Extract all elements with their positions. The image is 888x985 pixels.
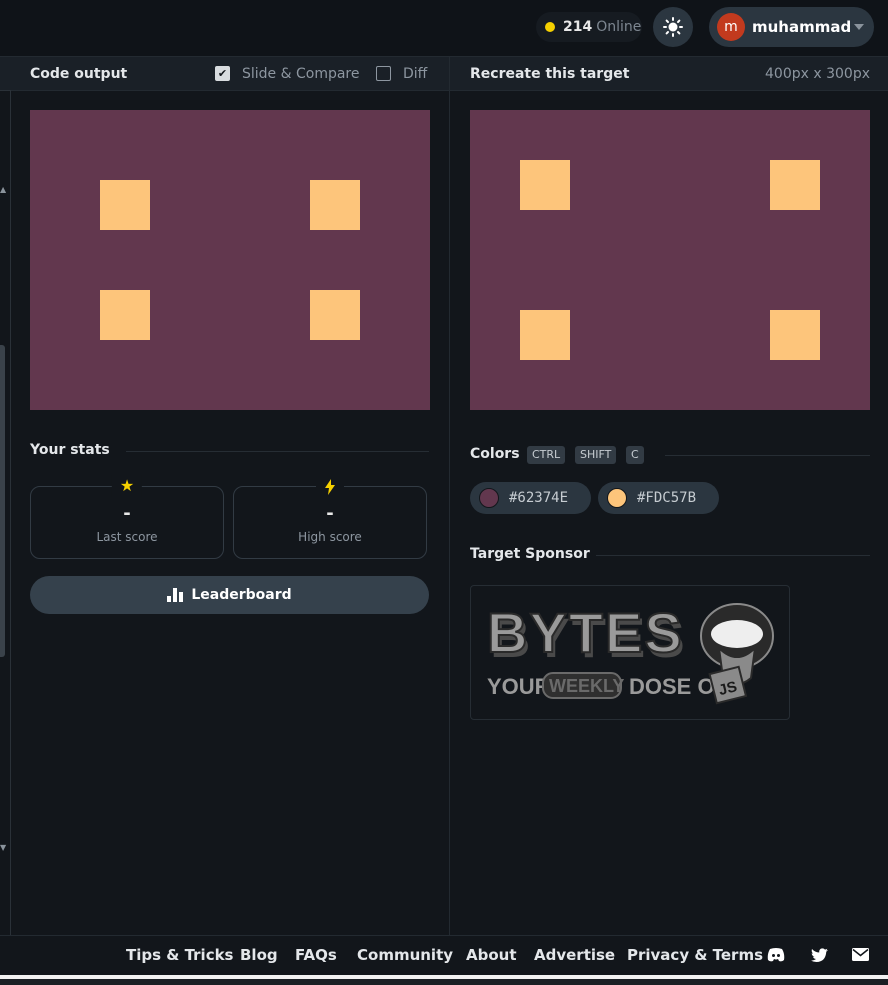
code-output-title: Code output [30,65,128,82]
avatar: m [717,13,745,41]
output-square [100,180,150,230]
target-square [770,310,820,360]
slide-compare-checkbox[interactable]: ✔ [215,66,230,81]
color-chip-orange[interactable]: #FDC57B [598,482,719,514]
editor-gutter: ▲ ▼ [0,57,11,935]
editor-gutter-header [0,57,11,91]
last-score-value: - [123,503,131,524]
slide-compare-label: Slide & Compare [242,65,360,82]
output-square [310,180,360,230]
footer: Tips & Tricks Blog FAQs Community About … [0,935,888,975]
shortcut-key-c: C [626,446,644,464]
footer-link-advertise[interactable]: Advertise [534,946,615,964]
target-square [770,160,820,210]
footer-link-faqs[interactable]: FAQs [295,946,337,964]
lightning-icon [316,475,344,497]
target-title: Recreate this target [470,65,630,82]
footer-link-about[interactable]: About [466,946,517,964]
diff-checkbox[interactable] [376,66,391,81]
color-swatch [479,488,499,508]
footer-link-tips[interactable]: Tips & Tricks [126,946,233,964]
footer-link-blog[interactable]: Blog [240,946,278,964]
scroll-down-icon[interactable]: ▼ [0,843,6,852]
sponsor-logo-text: BYTES [487,601,684,664]
code-output-canvas[interactable] [30,110,430,410]
panel-divider [449,57,450,935]
discord-icon[interactable] [767,948,785,962]
sponsor-tagline-weekly: WEEKLY [549,676,624,696]
sponsor-tagline-your: YOUR [487,674,551,699]
colors-rule [665,455,870,456]
target-square [520,160,570,210]
footer-link-privacy[interactable]: Privacy & Terms [627,946,763,964]
colors-title: Colors [470,446,520,462]
target-dimensions: 400px x 300px [765,65,870,82]
online-indicator: 214 Online [536,12,642,42]
shortcut-key-shift: SHIFT [575,446,617,464]
target-canvas [470,110,870,410]
bar-chart-icon [167,588,184,602]
online-dot-icon [545,22,555,32]
high-score-label: High score [298,530,362,544]
online-label: Online [596,19,642,35]
bytes-logo-icon: BYTES BYTES YOUR WEEKLY DOSE OF JS [486,600,774,705]
mail-icon[interactable] [852,948,869,961]
slide-compare-toggle[interactable]: ✔ Slide & Compare [215,66,360,82]
stats-rule [126,451,429,452]
output-square [310,290,360,340]
sponsor-banner[interactable]: BYTES BYTES YOUR WEEKLY DOSE OF JS [470,585,790,720]
theme-toggle-button[interactable] [653,7,693,47]
diff-toggle[interactable]: Diff [376,66,427,82]
last-score-label: Last score [96,530,158,544]
color-hex: #62374E [509,490,569,506]
chevron-down-icon [854,24,864,30]
high-score-card: - High score [233,475,427,559]
star-icon: ★ [111,475,143,497]
sun-icon [663,17,683,37]
online-count: 214 [563,19,593,35]
bottom-strip [0,975,888,985]
leaderboard-button[interactable]: Leaderboard [30,576,429,614]
stats-title: Your stats [30,442,110,458]
code-output-header: Code output ✔ Slide & Compare Diff [11,57,449,91]
scroll-up-icon[interactable]: ▲ [0,185,6,194]
high-score-value: - [326,503,334,524]
user-menu-button[interactable]: m muhammad [709,7,874,47]
top-bar: 214 Online m muhammad [0,0,888,57]
output-square [100,290,150,340]
last-score-card: ★ - Last score [30,475,224,559]
leaderboard-label: Leaderboard [191,587,292,603]
editor-scrollbar[interactable] [0,345,5,657]
color-chip-purple[interactable]: #62374E [470,482,591,514]
diff-label: Diff [403,65,428,82]
color-hex: #FDC57B [637,490,697,506]
twitter-icon[interactable] [811,948,828,962]
color-swatch [607,488,627,508]
shortcut-key-ctrl: CTRL [527,446,566,464]
sponsor-rule [596,555,870,556]
username: muhammad [752,18,852,36]
footer-link-community[interactable]: Community [357,946,453,964]
target-square [520,310,570,360]
sponsor-title: Target Sponsor [470,546,590,562]
target-header: Recreate this target 400px x 300px [450,57,888,91]
